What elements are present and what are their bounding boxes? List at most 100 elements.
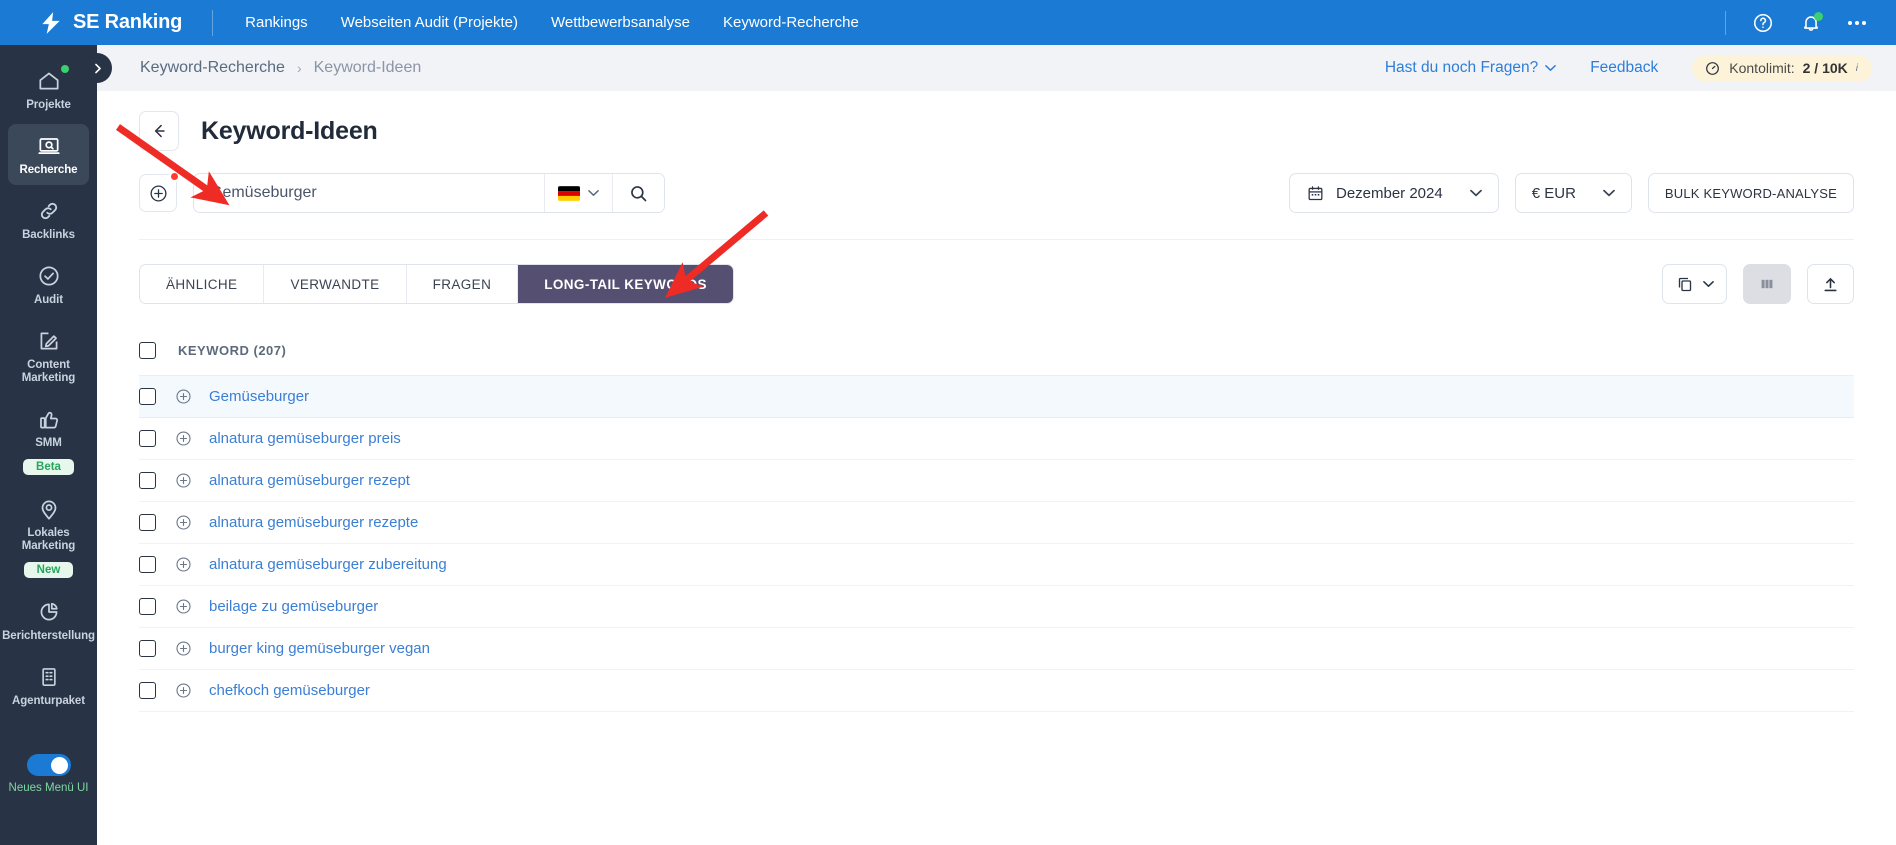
table-row[interactable]: Gemüseburger	[139, 376, 1854, 418]
keyword-link[interactable]: chefkoch gemüseburger	[209, 682, 370, 699]
sidebar-label-smm: SMM	[35, 437, 62, 449]
keyword-link[interactable]: alnatura gemüseburger preis	[209, 430, 401, 447]
sidebar-item-agenturpaket[interactable]: Agenturpaket	[8, 655, 89, 716]
more-horizontal-icon[interactable]	[1848, 12, 1870, 34]
date-range-selector[interactable]: Dezember 2024	[1288, 173, 1499, 213]
back-button[interactable]	[139, 111, 179, 151]
help-circle-icon[interactable]	[1752, 12, 1774, 34]
chevron-down-icon	[1545, 65, 1557, 71]
tab-fragen[interactable]: FRAGEN	[406, 265, 519, 303]
add-to-list-icon[interactable]	[174, 471, 193, 490]
row-checkbox[interactable]	[139, 556, 156, 573]
add-to-list-icon[interactable]	[174, 681, 193, 700]
top-navigation-bar: SE Ranking Rankings Webseiten Audit (Pro…	[0, 0, 1896, 45]
keyword-ideas-tabs: ÄHNLICHE VERWANDTE FRAGEN LONG-TAIL KEYW…	[139, 264, 734, 304]
row-checkbox[interactable]	[139, 430, 156, 447]
country-selector[interactable]	[544, 174, 612, 212]
row-checkbox[interactable]	[139, 514, 156, 531]
thumbs-up-icon	[36, 406, 62, 432]
row-checkbox[interactable]	[139, 388, 156, 405]
table-row[interactable]: burger king gemüseburger vegan	[139, 628, 1854, 670]
search-screen-icon	[36, 133, 62, 159]
topnav-item-rankings[interactable]: Rankings	[245, 14, 308, 31]
topnav-item-website-audit[interactable]: Webseiten Audit (Projekte)	[341, 14, 518, 31]
copy-icon	[1678, 277, 1692, 292]
table-row[interactable]: alnatura gemüseburger rezepte	[139, 502, 1854, 544]
table-row[interactable]: beilage zu gemüseburger	[139, 586, 1854, 628]
sidebar-label-berichterstellung: Berichterstellung	[2, 630, 95, 642]
row-checkbox[interactable]	[139, 598, 156, 615]
keyword-link[interactable]: beilage zu gemüseburger	[209, 598, 378, 615]
add-to-list-icon[interactable]	[174, 597, 193, 616]
sidebar-label-lokales-marketing: Lokales Marketing	[21, 527, 76, 552]
table-row[interactable]: alnatura gemüseburger zubereitung	[139, 544, 1854, 586]
currency-selector[interactable]: € EUR	[1514, 173, 1632, 213]
add-keyword-button[interactable]	[139, 171, 180, 212]
sidebar-item-lokales-marketing[interactable]: Lokales Marketing New	[8, 487, 89, 586]
questions-label: Hast du noch Fragen?	[1384, 59, 1539, 76]
add-to-list-icon[interactable]	[174, 639, 193, 658]
row-checkbox[interactable]	[139, 682, 156, 699]
sidebar-item-audit[interactable]: Audit	[8, 254, 89, 315]
keyword-link[interactable]: burger king gemüseburger vegan	[209, 640, 430, 657]
keyword-link[interactable]: alnatura gemüseburger rezepte	[209, 514, 418, 531]
currency-label: € EUR	[1531, 184, 1576, 202]
sidebar-item-berichterstellung[interactable]: Berichterstellung	[2, 590, 95, 651]
search-filters: Dezember 2024 € EUR BULK KEYWORD-ANALYSE	[1288, 173, 1854, 213]
export-button[interactable]	[1807, 264, 1854, 304]
topbar-actions	[1725, 10, 1870, 35]
sidebar-item-content-marketing[interactable]: Content Marketing	[8, 319, 89, 393]
breadcrumb-parent-link[interactable]: Keyword-Recherche	[140, 59, 285, 77]
brand-name: SE Ranking	[73, 11, 183, 33]
sidebar-item-recherche[interactable]: Recherche	[8, 124, 89, 185]
add-to-list-icon[interactable]	[174, 429, 193, 448]
table-row[interactable]: alnatura gemüseburger preis	[139, 418, 1854, 460]
keyword-link[interactable]: Gemüseburger	[209, 388, 309, 405]
gauge-icon	[1706, 61, 1720, 75]
table-row[interactable]: chefkoch gemüseburger	[139, 670, 1854, 712]
pie-chart-icon	[36, 599, 62, 625]
tab-verwandte[interactable]: VERWANDTE	[264, 265, 407, 303]
bell-icon[interactable]	[1800, 11, 1823, 34]
bulk-keyword-analysis-label: BULK KEYWORD-ANALYSE	[1664, 185, 1837, 201]
topnav-item-keyword-research[interactable]: Keyword-Recherche	[723, 14, 859, 31]
copy-to-button[interactable]	[1662, 264, 1727, 304]
tab-aehnliche[interactable]: ÄHNLICHE	[140, 265, 265, 303]
new-menu-ui-toggle[interactable]	[26, 754, 71, 776]
app-root: SE Ranking Rankings Webseiten Audit (Pro…	[0, 0, 1896, 845]
add-to-list-icon[interactable]	[174, 555, 193, 574]
search-input[interactable]	[194, 174, 544, 212]
sidebar-item-smm[interactable]: SMM Beta	[8, 397, 89, 483]
row-checkbox[interactable]	[139, 472, 156, 489]
keyword-link[interactable]: alnatura gemüseburger rezept	[209, 472, 410, 489]
sidebar-item-backlinks[interactable]: Backlinks	[8, 189, 89, 250]
sidebar-item-projekte[interactable]: Projekte	[8, 59, 89, 120]
bulk-keyword-analysis-button[interactable]: BULK KEYWORD-ANALYSE	[1647, 173, 1854, 213]
feedback-link[interactable]: Feedback	[1590, 59, 1658, 77]
columns-settings-button[interactable]	[1743, 264, 1791, 304]
table-row[interactable]: alnatura gemüseburger rezept	[139, 460, 1854, 502]
notification-dot	[1814, 11, 1823, 21]
search-submit-button[interactable]	[612, 174, 664, 212]
keyword-link[interactable]: alnatura gemüseburger zubereitung	[209, 556, 447, 573]
plus-circle-icon	[149, 184, 167, 202]
column-header-keyword: KEYWORD (207)	[178, 343, 287, 358]
chevron-down-icon	[1469, 189, 1482, 197]
account-limit-badge[interactable]: Kontolimit: 2 / 10K i	[1692, 54, 1872, 82]
link-icon	[36, 198, 62, 224]
new-menu-ui-label: Neues Menü UI	[8, 782, 89, 794]
chevron-right-icon	[94, 63, 101, 73]
brand-logo[interactable]: SE Ranking	[38, 10, 182, 36]
table-actions	[1662, 264, 1854, 304]
breadcrumb-separator: ›	[296, 60, 302, 76]
row-checkbox[interactable]	[139, 640, 156, 657]
questions-dropdown[interactable]: Hast du noch Fragen?	[1384, 59, 1557, 77]
account-limit-info[interactable]: i	[1856, 63, 1858, 74]
sidebar-expand-button[interactable]	[82, 53, 112, 83]
tab-long-tail-keywords[interactable]: LONG-TAIL KEYWORDS	[518, 265, 733, 303]
topnav-item-competitor-analysis[interactable]: Wettbewerbsanalyse	[551, 14, 690, 31]
add-to-list-icon[interactable]	[174, 513, 193, 532]
de-flag-icon	[558, 185, 580, 201]
add-to-list-icon[interactable]	[174, 387, 193, 406]
select-all-checkbox[interactable]	[139, 342, 156, 359]
